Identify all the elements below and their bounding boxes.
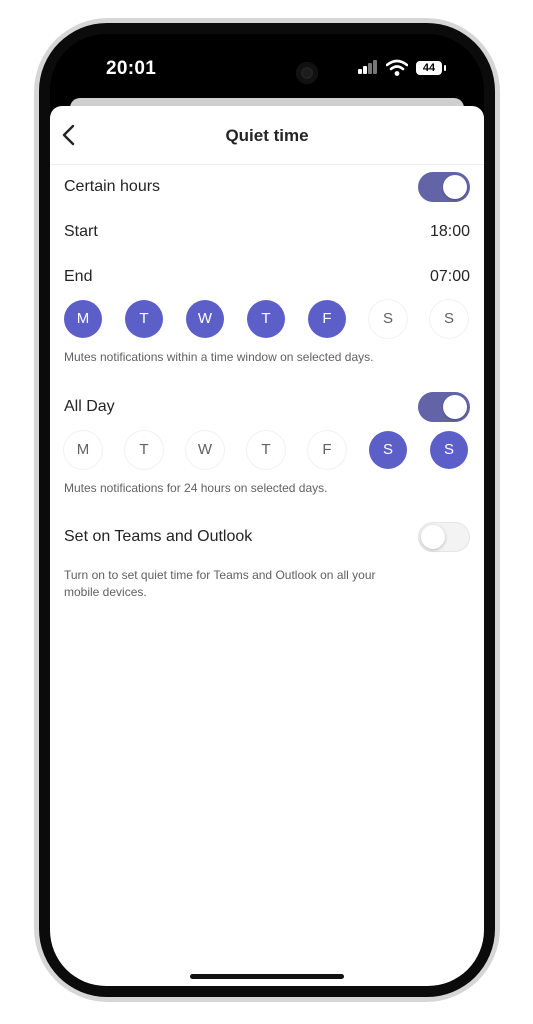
- start-time-row[interactable]: Start 18:00: [64, 217, 470, 247]
- day-button-thursday[interactable]: T: [247, 431, 285, 469]
- day-button-thursday[interactable]: T: [247, 300, 285, 338]
- quiet-time-sheet: Quiet time Certain hours Start 18:00 End…: [50, 106, 484, 986]
- battery-icon: 44: [416, 61, 446, 75]
- toggle-knob: [443, 175, 467, 199]
- day-button-friday[interactable]: F: [308, 431, 346, 469]
- day-button-sunday[interactable]: S: [430, 300, 468, 338]
- day-button-tuesday[interactable]: T: [125, 300, 163, 338]
- home-indicator: [190, 974, 344, 979]
- status-bar: 20:01 44: [50, 34, 484, 100]
- day-button-tuesday[interactable]: T: [125, 431, 163, 469]
- teams-outlook-hint: Turn on to set quiet time for Teams and …: [64, 568, 376, 599]
- day-button-sunday[interactable]: S: [430, 431, 468, 469]
- certain-hours-day-picker: M T W T F S S: [64, 300, 470, 340]
- wifi-icon: [386, 59, 408, 76]
- toggle-knob: [443, 395, 467, 419]
- day-button-wednesday[interactable]: W: [186, 431, 224, 469]
- front-camera-icon: [296, 62, 318, 84]
- certain-hours-label: Certain hours: [64, 178, 161, 195]
- phone-screen: 20:01 44 Quiet time Certain hours Start …: [50, 34, 484, 986]
- all-day-toggle[interactable]: [418, 392, 470, 422]
- all-day-row: All Day: [64, 392, 470, 422]
- teams-outlook-row: Set on Teams and Outlook: [64, 522, 470, 552]
- sheet-header: Quiet time: [50, 106, 484, 165]
- certain-hours-hint: Mutes notifications within a time window…: [64, 350, 374, 364]
- certain-hours-row: Certain hours: [64, 172, 470, 202]
- day-button-monday[interactable]: M: [64, 300, 102, 338]
- end-time-row[interactable]: End 07:00: [64, 262, 470, 292]
- all-day-label: All Day: [64, 398, 115, 415]
- teams-outlook-label: Set on Teams and Outlook: [64, 528, 253, 545]
- day-button-friday[interactable]: F: [308, 300, 346, 338]
- start-time-value[interactable]: 18:00: [430, 223, 470, 241]
- cellular-signal-icon: [358, 60, 378, 74]
- day-button-saturday[interactable]: S: [369, 300, 407, 338]
- start-label: Start: [64, 223, 98, 240]
- day-button-monday[interactable]: M: [64, 431, 102, 469]
- toggle-knob: [421, 525, 445, 549]
- teams-outlook-toggle[interactable]: [418, 522, 470, 552]
- end-label: End: [64, 268, 93, 285]
- all-day-day-picker: M T W T F S S: [64, 431, 470, 471]
- page-title: Quiet time: [225, 126, 309, 145]
- all-day-hint: Mutes notifications for 24 hours on sele…: [64, 481, 328, 495]
- status-time: 20:01: [106, 58, 157, 79]
- certain-hours-toggle[interactable]: [418, 172, 470, 202]
- end-time-value[interactable]: 07:00: [430, 268, 470, 286]
- day-button-wednesday[interactable]: W: [186, 300, 224, 338]
- day-button-saturday[interactable]: S: [369, 431, 407, 469]
